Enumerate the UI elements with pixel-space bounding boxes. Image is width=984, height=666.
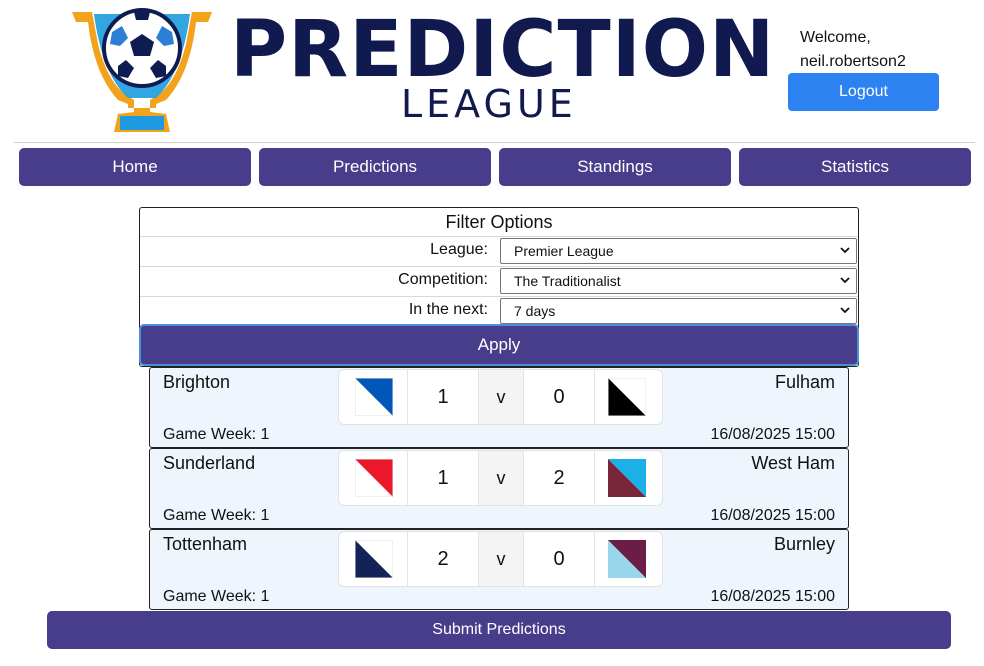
away-team-flag-icon: [608, 378, 646, 416]
match-card: Brighton Fulham 1 v 0 Game Week: 1 16/08…: [149, 367, 849, 448]
header-divider: [14, 142, 975, 143]
away-score-input[interactable]: 0: [523, 532, 595, 586]
home-team-flag-icon: [355, 540, 393, 578]
filter-row-next: In the next: 7 days: [140, 296, 858, 326]
competition-label: Competition:: [398, 271, 488, 288]
submit-predictions-button[interactable]: Submit Predictions: [47, 611, 951, 649]
versus-label: v: [479, 370, 523, 424]
score-panel: 1 v 0: [338, 369, 663, 425]
kickoff-datetime: 16/08/2025 15:00: [710, 588, 835, 605]
away-score-input[interactable]: 0: [523, 370, 595, 424]
logout-button[interactable]: Logout: [788, 73, 939, 111]
league-select[interactable]: Premier League: [500, 238, 857, 264]
welcome-message: Welcome, neil.robertson2: [800, 26, 906, 74]
away-team-name: West Ham: [751, 453, 835, 473]
away-team-name: Burnley: [773, 534, 835, 554]
chevron-down-icon: [840, 277, 850, 284]
next-label: In the next:: [408, 301, 488, 318]
logo-subtitle: LEAGUE: [401, 82, 577, 126]
apply-button[interactable]: Apply: [139, 324, 859, 366]
chevron-down-icon: [840, 247, 850, 254]
away-team-name: Fulham: [774, 372, 835, 392]
home-score-input[interactable]: 1: [407, 370, 479, 424]
away-team-flag-icon: [608, 459, 646, 497]
home-team-flag-icon: [355, 378, 393, 416]
filter-row-league: League: Premier League: [140, 236, 858, 266]
nav-statistics-button[interactable]: Statistics: [739, 148, 971, 186]
home-team-flag-icon: [355, 459, 393, 497]
versus-label: v: [479, 451, 523, 505]
kickoff-datetime: 16/08/2025 15:00: [710, 507, 835, 524]
match-card: Tottenham Burnley 2 v 0 Game Week: 1 16/…: [149, 529, 849, 610]
home-team-name: Sunderland: [163, 453, 256, 473]
nav-home-button[interactable]: Home: [19, 148, 251, 186]
next-days-select[interactable]: 7 days: [500, 298, 857, 324]
welcome-label: Welcome,: [800, 29, 871, 46]
away-score-input[interactable]: 2: [523, 451, 595, 505]
away-team-flag-icon: [608, 540, 646, 578]
game-week: Game Week: 1: [163, 426, 270, 443]
score-panel: 1 v 2: [338, 450, 663, 506]
logo-trophy-icon: [68, 4, 216, 134]
competition-select-value: The Traditionalist: [514, 273, 621, 289]
home-team-name: Brighton: [163, 372, 231, 392]
kickoff-datetime: 16/08/2025 15:00: [710, 426, 835, 443]
versus-label: v: [479, 532, 523, 586]
filter-row-competition: Competition: The Traditionalist: [140, 266, 858, 296]
match-card: Sunderland West Ham 1 v 2 Game Week: 1 1…: [149, 448, 849, 529]
next-days-select-value: 7 days: [514, 303, 556, 319]
league-select-value: Premier League: [514, 243, 614, 259]
game-week: Game Week: 1: [163, 588, 270, 605]
nav-standings-button[interactable]: Standings: [499, 148, 731, 186]
competition-select[interactable]: The Traditionalist: [500, 268, 857, 294]
score-panel: 2 v 0: [338, 531, 663, 587]
home-score-input[interactable]: 1: [407, 451, 479, 505]
chevron-down-icon: [840, 307, 850, 314]
league-label: League:: [430, 241, 488, 258]
home-team-name: Tottenham: [163, 534, 248, 554]
filter-title: Filter Options: [445, 212, 553, 232]
nav-predictions-button[interactable]: Predictions: [259, 148, 491, 186]
logo-title: PREDICTION: [230, 5, 776, 95]
game-week: Game Week: 1: [163, 507, 270, 524]
username: neil.robertson2: [800, 53, 906, 70]
home-score-input[interactable]: 2: [407, 532, 479, 586]
